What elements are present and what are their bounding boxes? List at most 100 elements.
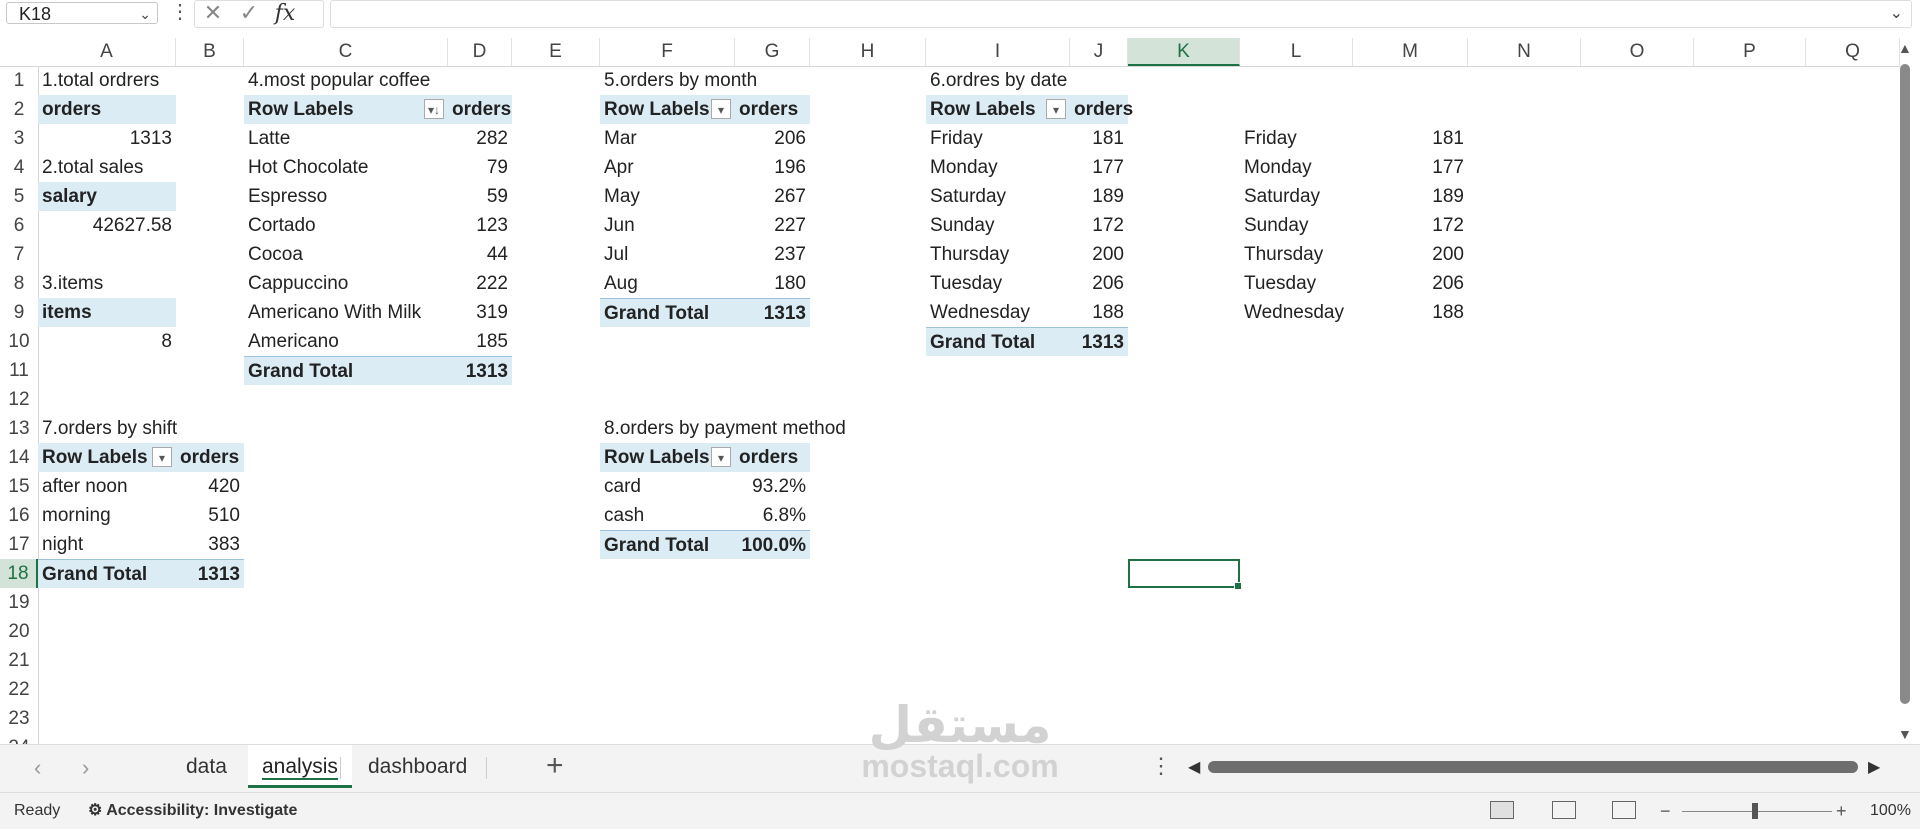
date-grand-total-value[interactable]: 1313 — [1070, 327, 1128, 356]
date-row-label[interactable]: Friday — [926, 124, 1070, 153]
shift-row-label[interactable]: after noon — [38, 472, 176, 501]
month-row-label[interactable]: May — [600, 182, 735, 211]
expand-formula-icon[interactable]: ⌄ — [1890, 3, 1903, 23]
column-header-g[interactable]: G — [735, 38, 810, 66]
shift-row-value[interactable]: 510 — [176, 501, 244, 530]
column-header-o[interactable]: O — [1581, 38, 1694, 66]
selected-cell[interactable] — [1128, 559, 1242, 590]
coffee-grand-total-value[interactable]: 1313 — [448, 356, 512, 385]
row-header-10[interactable]: 10 — [0, 327, 38, 356]
month-row-value[interactable]: 267 — [735, 182, 810, 211]
date-copy-value[interactable]: 181 — [1353, 124, 1468, 153]
date-row-value[interactable]: 189 — [1070, 182, 1128, 211]
payment-row-label[interactable]: cash — [600, 501, 735, 530]
coffee-row-value[interactable]: 44 — [448, 240, 512, 269]
shift-grand-total-label[interactable]: Grand Total — [38, 559, 176, 588]
filter-dropdown-icon[interactable]: ▾ — [711, 447, 731, 467]
date-row-value[interactable]: 206 — [1070, 269, 1128, 298]
column-header-f[interactable]: F — [600, 38, 735, 66]
row-header-2[interactable]: 2 — [0, 95, 38, 124]
date-row-value[interactable]: 172 — [1070, 211, 1128, 240]
column-header-c[interactable]: C — [244, 38, 448, 66]
items-title[interactable]: 3.items — [38, 269, 176, 298]
month-row-label[interactable]: Mar — [600, 124, 735, 153]
shift-orders-header[interactable]: orders — [176, 443, 244, 472]
coffee-row-value[interactable]: 185 — [448, 327, 512, 356]
month-orders-header[interactable]: orders — [735, 95, 810, 124]
page-break-view-icon[interactable] — [1612, 801, 1636, 819]
vertical-scroll-thumb[interactable] — [1900, 64, 1910, 704]
coffee-row-label[interactable]: Cortado — [244, 211, 448, 240]
date-row-value[interactable]: 181 — [1070, 124, 1128, 153]
add-sheet-button[interactable]: + — [546, 749, 564, 783]
row-header-20[interactable]: 20 — [0, 617, 38, 646]
date-copy-label[interactable]: Friday — [1240, 124, 1353, 153]
sheet-tab-data[interactable]: data — [172, 745, 241, 785]
row-header-14[interactable]: 14 — [0, 443, 38, 472]
insert-function-icon[interactable]: fx — [267, 2, 303, 26]
column-header-n[interactable]: N — [1468, 38, 1581, 66]
shift-grand-total-value[interactable]: 1313 — [176, 559, 244, 588]
coffee-row-value[interactable]: 59 — [448, 182, 512, 211]
horizontal-scroll-thumb[interactable] — [1208, 761, 1858, 773]
orders-header[interactable]: orders — [38, 95, 176, 124]
coffee-row-value[interactable]: 222 — [448, 269, 512, 298]
payment-row-value[interactable]: 6.8% — [735, 501, 810, 530]
date-copy-label[interactable]: Thursday — [1240, 240, 1353, 269]
sort-filter-icon[interactable]: ▾↓ — [424, 99, 444, 119]
name-box[interactable]: K18 ⌄ — [6, 2, 158, 24]
month-row-label[interactable]: Aug — [600, 269, 735, 298]
column-header-k[interactable]: K — [1128, 38, 1240, 66]
sheet-tab-analysis[interactable]: analysis — [248, 745, 352, 788]
coffee-row-label[interactable]: Latte — [244, 124, 448, 153]
coffee-row-value[interactable]: 319 — [448, 298, 512, 327]
next-sheet-icon[interactable]: › — [82, 755, 89, 781]
enter-icon[interactable]: ✓ — [231, 1, 267, 25]
row-header-12[interactable]: 12 — [0, 385, 38, 414]
coffee-row-value[interactable]: 79 — [448, 153, 512, 182]
coffee-row-labels-header[interactable]: Row Labels — [244, 95, 448, 124]
zoom-in-icon[interactable]: + — [1836, 793, 1847, 829]
row-header-1[interactable]: 1 — [0, 66, 38, 95]
total-orders-title[interactable]: 1.total ordrers — [38, 66, 176, 95]
coffee-grand-total-label[interactable]: Grand Total — [244, 356, 448, 385]
filter-dropdown-icon[interactable]: ▾ — [152, 447, 172, 467]
date-copy-label[interactable]: Tuesday — [1240, 269, 1353, 298]
page-layout-view-icon[interactable] — [1552, 801, 1576, 819]
coffee-row-label[interactable]: Americano With Milk — [244, 298, 448, 327]
coffee-row-label[interactable]: Cocoa — [244, 240, 448, 269]
cancel-icon[interactable]: ✕ — [195, 1, 231, 25]
row-header-11[interactable]: 11 — [0, 356, 38, 385]
date-copy-label[interactable]: Sunday — [1240, 211, 1353, 240]
shift-title[interactable]: 7.orders by shift — [38, 414, 244, 443]
salary-header[interactable]: salary — [38, 182, 176, 211]
row-header-17[interactable]: 17 — [0, 530, 38, 559]
zoom-level[interactable]: 100% — [1870, 793, 1911, 829]
date-copy-value[interactable]: 177 — [1353, 153, 1468, 182]
zoom-slider-thumb[interactable] — [1752, 803, 1758, 819]
row-header-22[interactable]: 22 — [0, 675, 38, 704]
month-row-value[interactable]: 196 — [735, 153, 810, 182]
total-sales-title[interactable]: 2.total sales — [38, 153, 176, 182]
coffee-row-value[interactable]: 282 — [448, 124, 512, 153]
month-row-value[interactable]: 180 — [735, 269, 810, 298]
more-vertical-icon[interactable]: ⋮ — [170, 0, 190, 24]
month-grand-total-value[interactable]: 1313 — [735, 298, 810, 327]
date-grand-total-label[interactable]: Grand Total — [926, 327, 1070, 356]
month-row-label[interactable]: Jun — [600, 211, 735, 240]
month-grand-total-label[interactable]: Grand Total — [600, 298, 735, 327]
row-header-3[interactable]: 3 — [0, 124, 38, 153]
spreadsheet-grid[interactable]: A B C D E F G H I J K L M N O P Q 1 2 3 4 5 6 7 8 9 10 11 12 13 14 15 16… — [0, 38, 1900, 744]
month-row-value[interactable]: 206 — [735, 124, 810, 153]
date-copy-label[interactable]: Saturday — [1240, 182, 1353, 211]
payment-title[interactable]: 8.orders by payment method — [600, 414, 926, 443]
column-header-m[interactable]: M — [1353, 38, 1468, 66]
orders-value[interactable]: 1313 — [38, 124, 176, 153]
shift-row-label[interactable]: night — [38, 530, 176, 559]
date-row-label[interactable]: Wednesday — [926, 298, 1070, 327]
date-copy-label[interactable]: Wednesday — [1240, 298, 1353, 327]
column-header-j[interactable]: J — [1070, 38, 1128, 66]
date-row-label[interactable]: Tuesday — [926, 269, 1070, 298]
column-header-l[interactable]: L — [1240, 38, 1353, 66]
formula-input[interactable]: ⌄ — [330, 0, 1912, 28]
